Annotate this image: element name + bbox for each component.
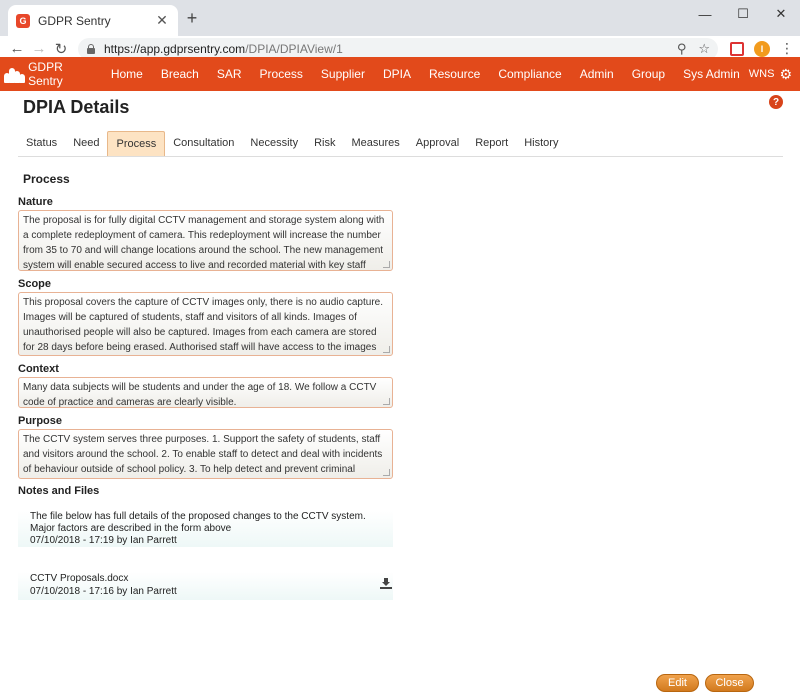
file-name-link[interactable]: CCTV Proposals.docx [30, 572, 381, 586]
section-title: Process [23, 172, 70, 186]
nav-admin[interactable]: Admin [571, 67, 623, 81]
purpose-label: Purpose [18, 415, 63, 427]
purpose-value: The CCTV system serves three purposes. 1… [23, 434, 383, 475]
nature-value: The proposal is for fully digital CCTV m… [23, 215, 385, 271]
browser-tab[interactable]: G GDPR Sentry ✕ [8, 5, 178, 36]
gdpr-favicon-icon: G [16, 13, 30, 28]
back-arrow-icon[interactable]: ← [6, 40, 28, 57]
browser-tabbar: G GDPR Sentry ✕ + — ☐ ✕ [0, 0, 800, 36]
nature-textarea[interactable]: The proposal is for fully digital CCTV m… [18, 210, 393, 271]
minimize-icon[interactable]: — [686, 0, 724, 28]
tab-necessity[interactable]: Necessity [242, 131, 306, 156]
window-controls: — ☐ ✕ [686, 0, 800, 28]
help-icon[interactable]: ? [769, 95, 783, 109]
zoom-icon[interactable]: ⚲ [677, 41, 687, 57]
tab-approval[interactable]: Approval [408, 131, 467, 156]
lock-icon [86, 43, 96, 54]
forward-arrow-icon[interactable]: → [28, 40, 50, 57]
resize-handle-icon[interactable] [383, 398, 390, 405]
scope-label: Scope [18, 278, 52, 290]
tab-report[interactable]: Report [467, 131, 516, 156]
user-initials: WNS [748, 68, 775, 80]
file-meta: 07/10/2018 - 17:16 by Ian Parrett [30, 586, 177, 597]
note-item: The file below has full details of the p… [18, 511, 393, 547]
app-navbar: GDPR Sentry Home Breach SAR Process Supp… [0, 57, 800, 91]
context-label: Context [18, 363, 59, 375]
resize-handle-icon[interactable] [383, 346, 390, 353]
scope-textarea[interactable]: This proposal covers the capture of CCTV… [18, 292, 393, 356]
edit-button[interactable]: Edit [656, 674, 699, 692]
nav-home[interactable]: Home [102, 67, 152, 81]
main-nav: Home Breach SAR Process Supplier DPIA Re… [102, 67, 749, 81]
brand[interactable]: GDPR Sentry [4, 60, 98, 88]
close-tab-icon[interactable]: ✕ [154, 12, 170, 29]
nav-group[interactable]: Group [623, 67, 674, 81]
context-textarea[interactable]: Many data subjects will be students and … [18, 377, 393, 408]
note-text: The file below has full details of the p… [30, 511, 366, 534]
nav-dpia[interactable]: DPIA [374, 67, 420, 81]
page-title: DPIA Details [23, 97, 130, 117]
extension-icon[interactable] [730, 41, 744, 56]
tab-process[interactable]: Process [107, 131, 166, 156]
nav-process[interactable]: Process [251, 67, 312, 81]
tab-measures[interactable]: Measures [343, 131, 407, 156]
notes-label: Notes and Files [18, 485, 100, 497]
tab-history[interactable]: History [516, 131, 566, 156]
browser-tab-title: GDPR Sentry [38, 13, 111, 28]
nav-resource[interactable]: Resource [420, 67, 489, 81]
people-logo-icon [4, 65, 25, 83]
gear-icon[interactable]: ⚙ [779, 66, 792, 83]
scope-value: This proposal covers the capture of CCTV… [23, 297, 383, 353]
nav-sys-admin[interactable]: Sys Admin [674, 67, 749, 81]
close-button[interactable]: Close [705, 674, 754, 692]
note-meta: 07/10/2018 - 17:19 by Ian Parrett [30, 535, 177, 546]
tab-status[interactable]: Status [18, 131, 65, 156]
file-item: CCTV Proposals.docx 07/10/2018 - 17:16 b… [18, 572, 393, 600]
maximize-icon[interactable]: ☐ [724, 0, 762, 28]
resize-handle-icon[interactable] [383, 261, 390, 268]
new-tab-icon[interactable]: + [182, 8, 202, 29]
tab-risk[interactable]: Risk [306, 131, 343, 156]
download-icon-base [380, 587, 392, 589]
browser-menu-icon[interactable]: ⋮ [780, 40, 794, 57]
nav-supplier[interactable]: Supplier [312, 67, 374, 81]
reload-icon[interactable]: ↻ [50, 40, 72, 58]
window-close-icon[interactable]: ✕ [762, 0, 800, 28]
url-path: /DPIA/DPIAView/1 [245, 41, 343, 56]
purpose-textarea[interactable]: The CCTV system serves three purposes. 1… [18, 429, 393, 479]
context-value: Many data subjects will be students and … [23, 382, 377, 408]
tab-consultation[interactable]: Consultation [165, 131, 242, 156]
profile-avatar[interactable]: I [754, 40, 770, 57]
user-menu[interactable]: WNS ⚙ [749, 66, 792, 83]
url-host: https://app.gdprsentry.com [104, 41, 246, 56]
dpia-tabs: Status Need Process Consultation Necessi… [18, 131, 783, 157]
nav-breach[interactable]: Breach [152, 67, 208, 81]
bookmark-star-icon[interactable]: ☆ [698, 41, 710, 57]
tab-need[interactable]: Need [65, 131, 107, 156]
resize-handle-icon[interactable] [383, 469, 390, 476]
nature-label: Nature [18, 196, 53, 208]
nav-sar[interactable]: SAR [208, 67, 251, 81]
brand-name: GDPR Sentry [28, 60, 63, 88]
nav-compliance[interactable]: Compliance [489, 67, 570, 81]
